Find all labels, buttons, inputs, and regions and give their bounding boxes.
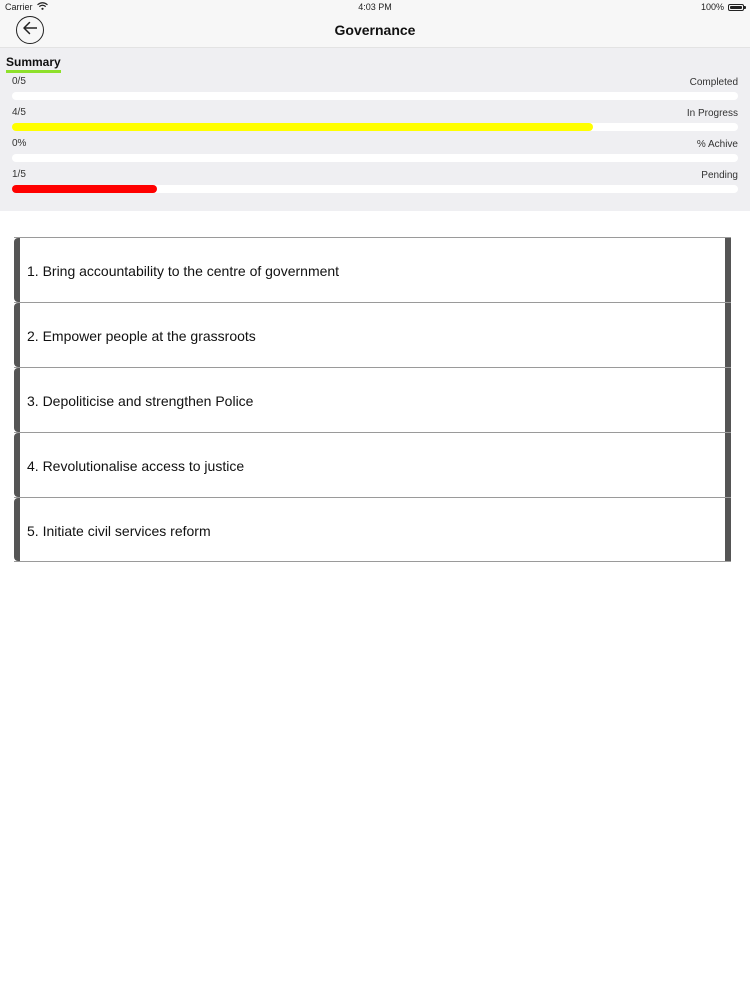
page-title: Governance bbox=[334, 22, 416, 38]
goal-list: 1. Bring accountability to the centre of… bbox=[14, 237, 731, 562]
stat-value: 1/5 bbox=[12, 169, 26, 180]
status-right: 100% bbox=[700, 2, 746, 12]
list-item[interactable]: 5. Initiate civil services reform bbox=[14, 497, 731, 562]
list-item-label: 4. Revolutionalise access to justice bbox=[27, 458, 245, 474]
summary-title: Summary bbox=[6, 55, 61, 73]
list-item[interactable]: 1. Bring accountability to the centre of… bbox=[14, 237, 731, 302]
status-time: 4:03 PM bbox=[358, 2, 392, 12]
list-item[interactable]: 2. Empower people at the grassroots bbox=[14, 302, 731, 367]
progress-fill bbox=[12, 123, 593, 131]
stat-label: In Progress bbox=[686, 108, 738, 119]
stat-completed: 0/5 Completed bbox=[12, 73, 738, 104]
list-item[interactable]: 3. Depoliticise and strengthen Police bbox=[14, 367, 731, 432]
stat-pending: 1/5 Pending bbox=[12, 166, 738, 197]
list-item-label: 3. Depoliticise and strengthen Police bbox=[27, 393, 254, 409]
list-item-label: 5. Initiate civil services reform bbox=[27, 523, 211, 539]
battery-percent: 100% bbox=[700, 2, 724, 12]
list-item-label: 1. Bring accountability to the centre of… bbox=[27, 263, 340, 279]
stat-label: Pending bbox=[701, 170, 738, 181]
summary-panel: Summary 0/5 Completed 4/5 In Progress 0%… bbox=[0, 48, 750, 211]
stat-value: 4/5 bbox=[12, 107, 26, 118]
stat-in-progress: 4/5 In Progress bbox=[12, 104, 738, 135]
list-item-label: 2. Empower people at the grassroots bbox=[27, 328, 256, 344]
list-item[interactable]: 4. Revolutionalise access to justice bbox=[14, 432, 731, 497]
stat-label: Completed bbox=[689, 77, 738, 88]
stat-value: 0% bbox=[12, 138, 27, 149]
navigation-bar: Governance bbox=[0, 14, 750, 48]
progress-track bbox=[12, 185, 738, 193]
progress-track bbox=[12, 92, 738, 100]
status-bar: Carrier 4:03 PM 100% bbox=[0, 0, 750, 14]
stat-label: % Achive bbox=[696, 139, 738, 150]
progress-fill bbox=[12, 185, 158, 193]
progress-track bbox=[12, 123, 738, 131]
stat-achieve: 0% % Achive bbox=[12, 135, 738, 166]
stat-value: 0/5 bbox=[12, 76, 26, 87]
battery-icon bbox=[728, 3, 746, 11]
progress-track bbox=[12, 154, 738, 162]
